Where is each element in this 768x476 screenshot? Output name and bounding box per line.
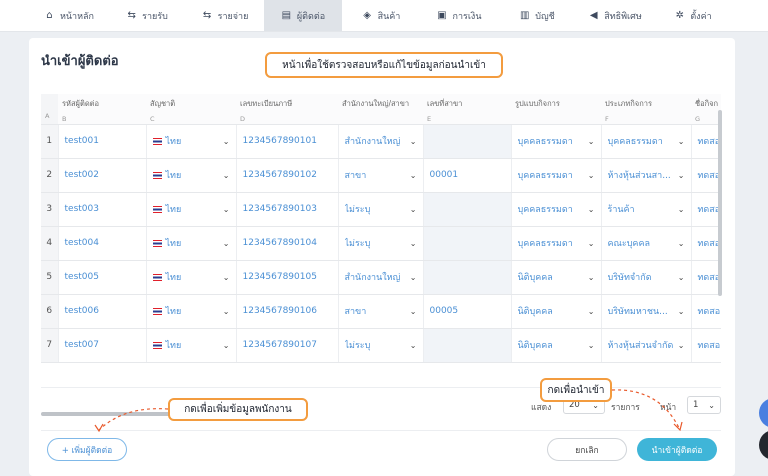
nav-item-label: บัญชี: [535, 11, 555, 22]
help-fab[interactable]: [759, 398, 768, 428]
nav-item-3[interactable]: ▤ ผู้ติดต่อ: [264, 0, 342, 31]
gear-icon: ✲: [675, 10, 685, 21]
megaphone-icon: ◀: [589, 10, 598, 21]
nav-item-2[interactable]: ⇆ รายจ่าย: [186, 0, 264, 31]
import-contacts-card: นำเข้าผู้ติดต่อ หน้าเพื่อใช้ตรวจสอบหรือแ…: [29, 38, 735, 476]
nav-item-5[interactable]: ▣ การเงิน: [420, 0, 498, 31]
arrow-head: [94, 423, 104, 433]
finance-icon: ▣: [437, 10, 447, 21]
nav-item-1[interactable]: ⇆ รายรับ: [108, 0, 186, 31]
nav-item-label: สิทธิพิเศษ: [604, 11, 642, 22]
nav-item-label: การเงิน: [452, 11, 482, 22]
nav-item-4[interactable]: ◈ สินค้า: [342, 0, 420, 31]
nav-item-7[interactable]: ◀ สิทธิพิเศษ: [576, 0, 654, 31]
nav-item-label: สินค้า: [377, 11, 401, 22]
annotation-arrows: [94, 389, 683, 433]
arrow-to-add-button: [98, 408, 169, 431]
product-box-icon: ◈: [363, 10, 371, 21]
accounting-icon: ▥: [520, 10, 530, 21]
nav-item-6[interactable]: ▥ บัญชี: [498, 0, 576, 31]
arrow-to-import-button: [611, 389, 680, 429]
nav-item-label: ผู้ติดต่อ: [296, 11, 326, 22]
top-navigation: ⌂ หน้าหลัก ⇆ รายรับ ⇆ รายจ่าย ▤ ผู้ติดต่อ ◈ สินค้…: [0, 0, 768, 32]
contacts-icon: ▤: [281, 10, 292, 21]
chat-fab[interactable]: [759, 430, 768, 460]
expense-icon: ⇆: [202, 10, 212, 21]
nav-item-label: ตั้งค่า: [690, 11, 712, 22]
nav-item-0[interactable]: ⌂ หน้าหลัก: [30, 0, 108, 31]
income-icon: ⇆: [127, 10, 136, 21]
nav-item-label: หน้าหลัก: [59, 11, 95, 22]
home-icon: ⌂: [46, 10, 53, 21]
nav-item-8[interactable]: ✲ ตั้งค่า: [654, 0, 732, 31]
nav-item-label: รายรับ: [142, 11, 168, 22]
nav-item-label: รายจ่าย: [217, 11, 249, 22]
